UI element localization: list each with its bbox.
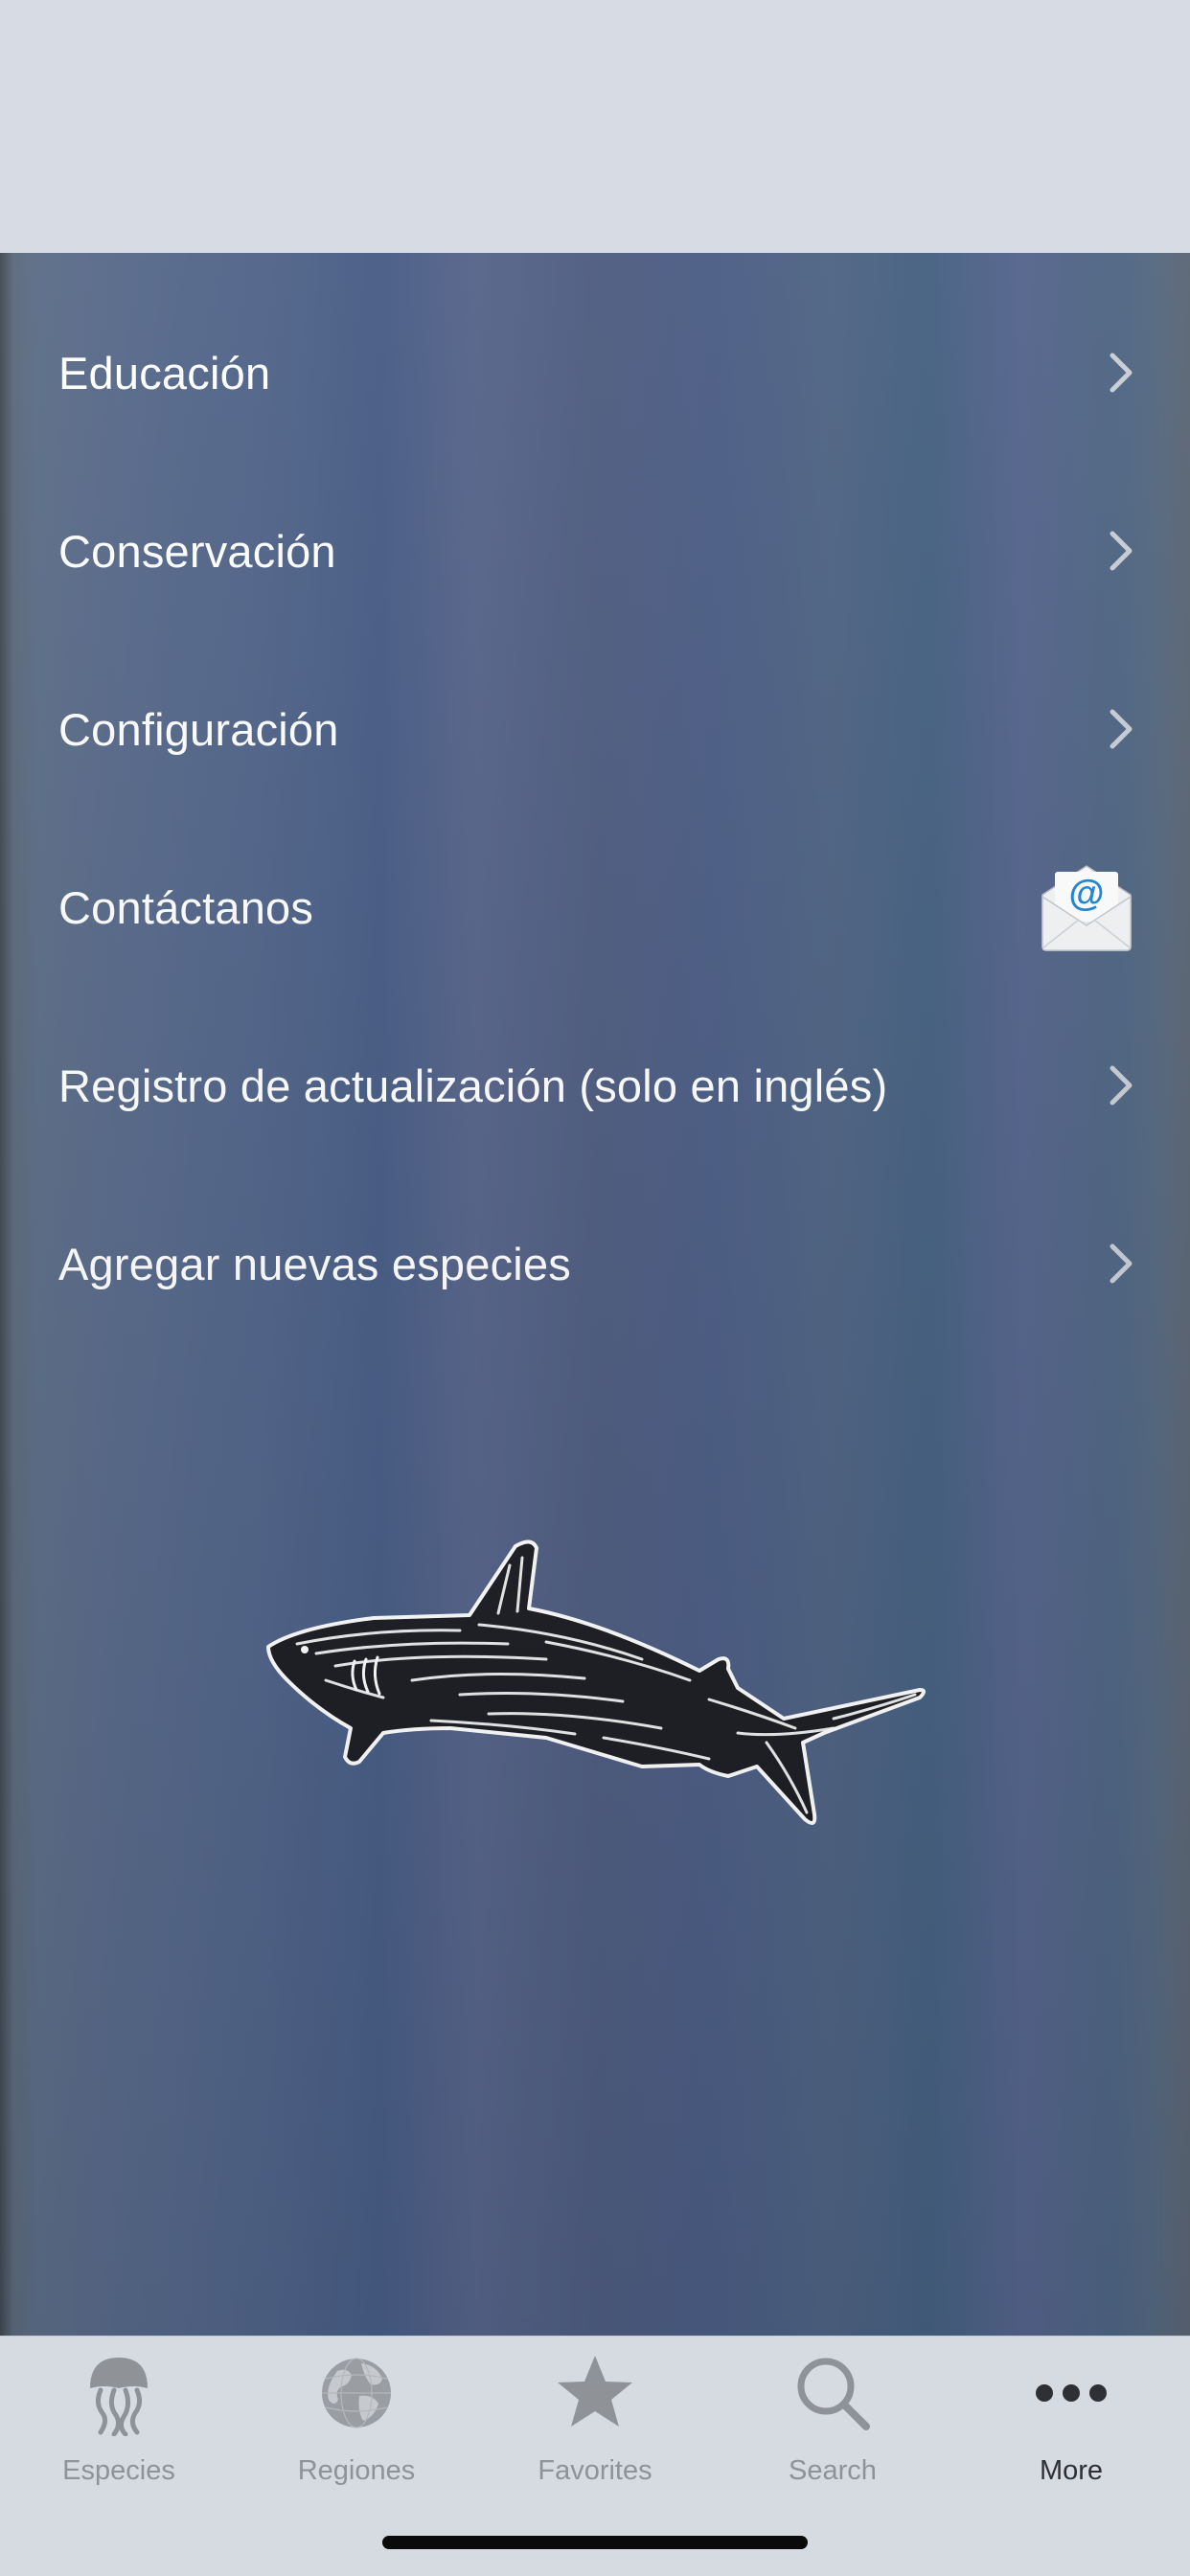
star-icon [558,2356,632,2427]
chevron-right-icon [1110,1243,1133,1284]
search-icon [797,2358,870,2430]
menu-item-conservacion[interactable]: Conservación [0,462,1190,640]
tab-label: Regiones [297,2455,416,2486]
navigation-bar [0,0,1190,253]
tab-favorites[interactable]: Favorites [476,2337,714,2499]
tab-more[interactable]: More [952,2337,1190,2499]
tab-label: Search [789,2455,877,2486]
menu-item-label: Conservación [58,525,336,577]
menu-item-label: Contáctanos [58,881,314,933]
menu-item-contactanos[interactable]: Contáctanos @ [0,818,1190,996]
chevron-right-icon [1110,1065,1133,1106]
chevron-right-icon [1110,709,1133,749]
menu-item-label: Registro de actualización (solo en inglé… [58,1060,888,1111]
tab-regiones[interactable]: Regiones [238,2337,475,2499]
menu-item-educacion[interactable]: Educación [0,284,1190,462]
menu-item-registro-actualizacion[interactable]: Registro de actualización (solo en inglé… [0,996,1190,1174]
tab-label: Especies [62,2455,175,2486]
chevron-right-icon [1110,531,1133,571]
menu-list: Educación Conservación Configuración Con… [0,284,1190,1353]
tab-search[interactable]: Search [714,2337,951,2499]
home-indicator[interactable] [382,2536,808,2549]
svg-text:@: @ [1068,874,1104,914]
tab-especies[interactable]: Especies [0,2337,238,2499]
tab-label: More [1039,2455,1104,2486]
menu-item-label: Agregar nuevas especies [58,1238,571,1289]
globe-icon [322,2358,391,2428]
menu-item-configuracion[interactable]: Configuración [0,640,1190,818]
menu-item-label: Configuración [58,703,339,755]
menu-item-label: Educación [58,347,271,399]
jellyfish-icon [90,2358,148,2436]
more-menu-screen: Educación Conservación Configuración Con… [0,253,1190,2336]
chevron-right-icon [1110,353,1133,393]
more-icon [1036,2384,1107,2402]
menu-item-agregar-especies[interactable]: Agregar nuevas especies [0,1174,1190,1353]
mail-icon: @ [1041,865,1132,951]
tab-label: Favorites [538,2455,652,2486]
shark-illustration [266,1539,926,1825]
